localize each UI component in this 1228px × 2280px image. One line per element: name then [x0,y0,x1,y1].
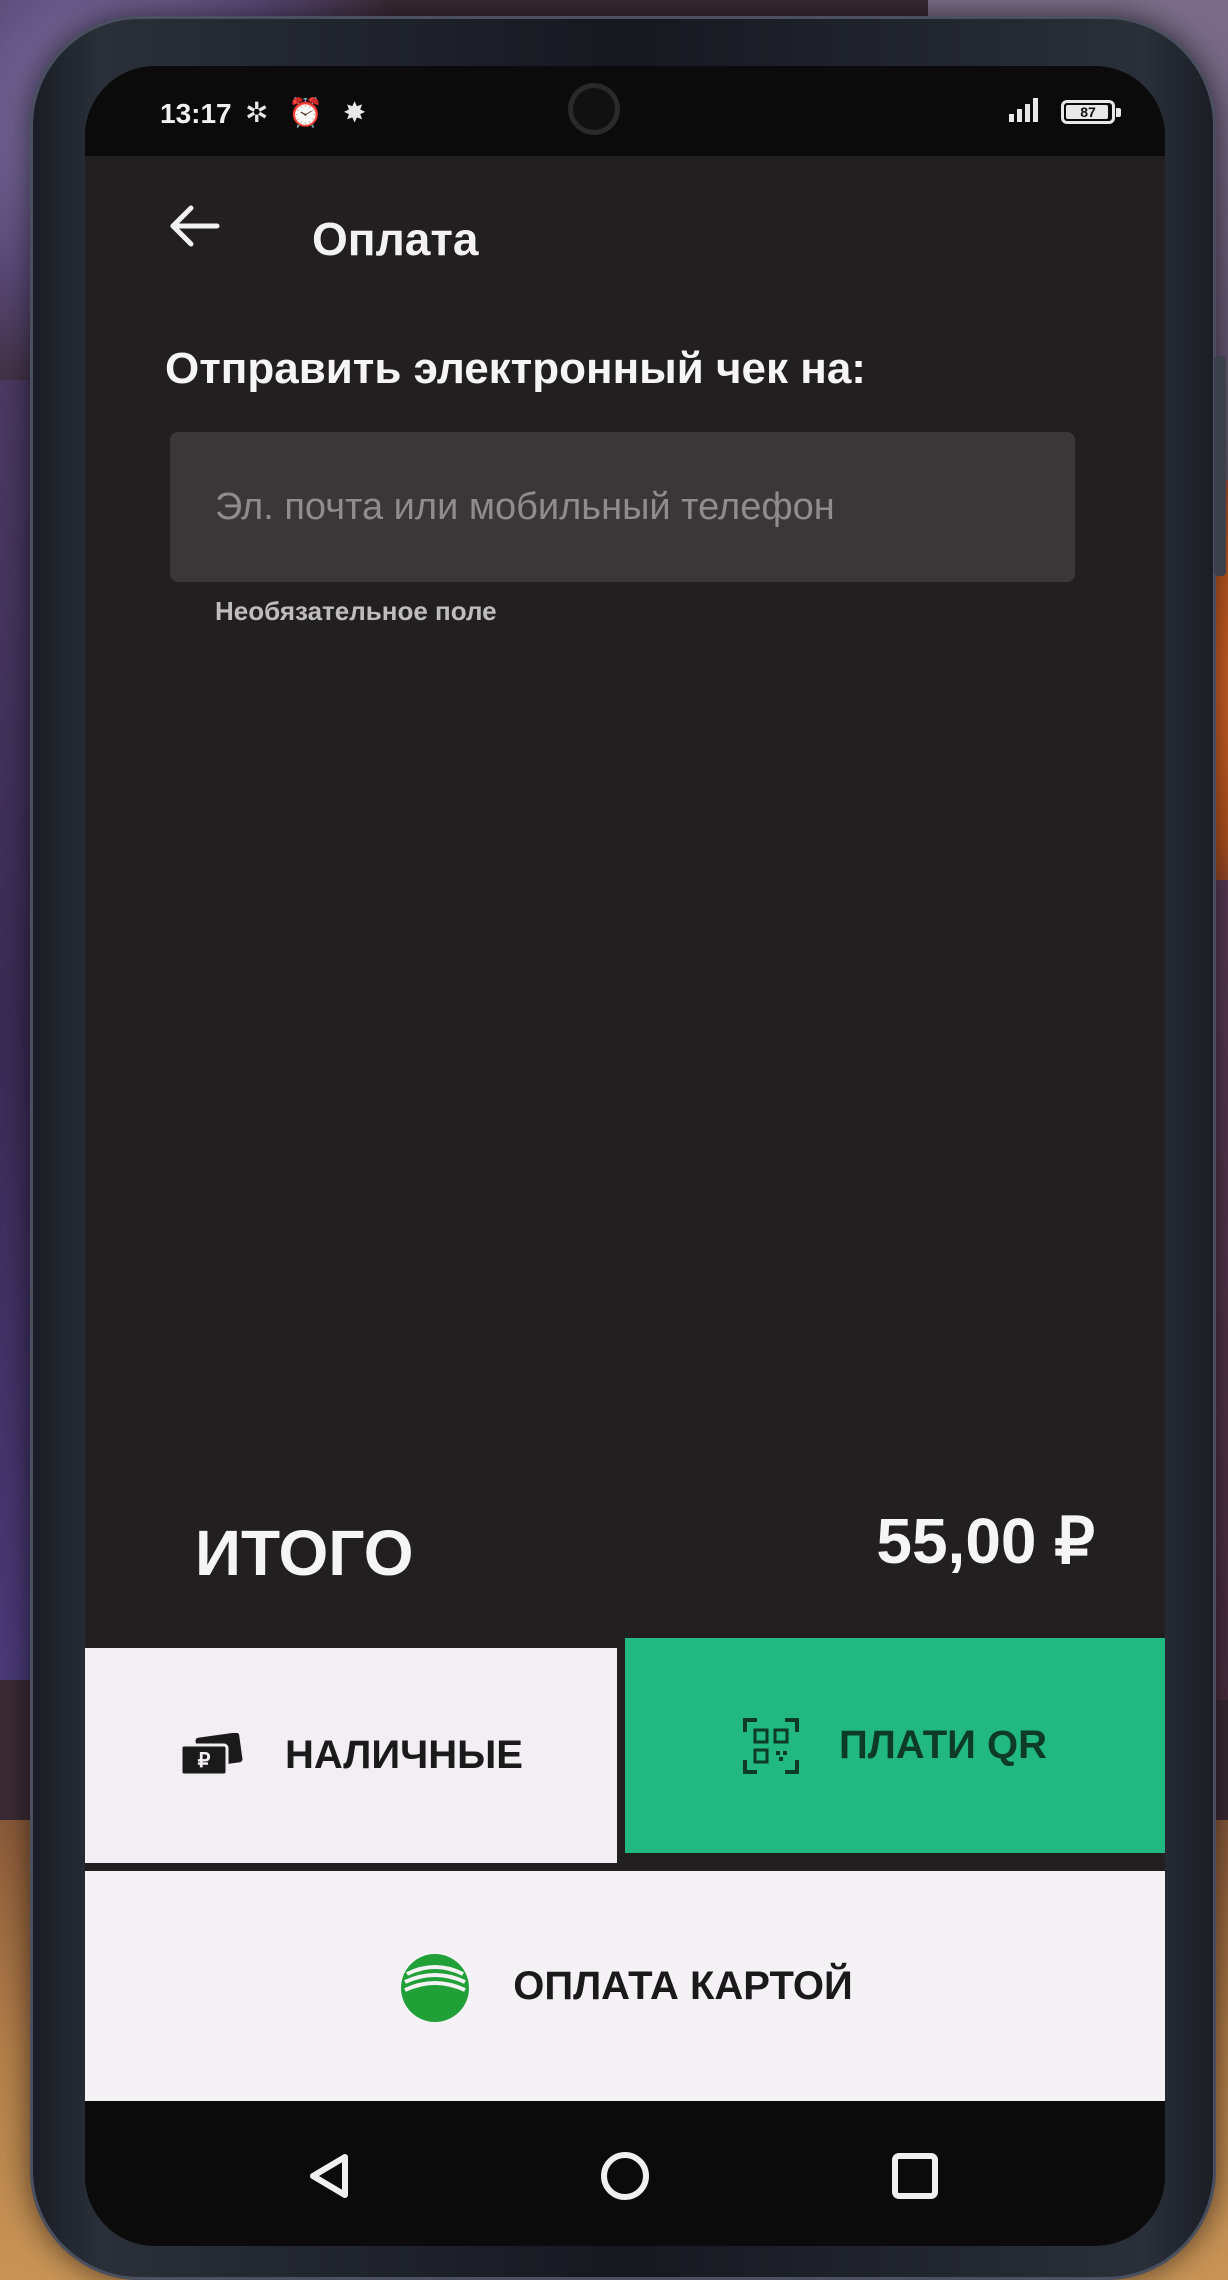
cash-icon: ₽ [179,1732,245,1779]
optional-field-hint: Необязательное поле [215,596,497,626]
nav-home-icon[interactable] [590,2141,660,2211]
contact-input[interactable] [170,432,1075,582]
signal-icon [1009,98,1038,122]
status-bar: 13:17 ✲ ⏰ ✸ 87 [85,66,1165,156]
receipt-label: Отправить электронный чек на: [165,344,866,393]
total-label: ИТОГО [195,1517,414,1589]
alarm-icon: ⏰ [288,97,330,128]
front-camera [573,88,615,130]
svg-text:₽: ₽ [198,1750,211,1772]
battery-icon: 87 [1061,100,1121,124]
qr-payment-button[interactable]: ПЛАТИ QR [625,1638,1165,1853]
back-arrow-icon[interactable] [165,196,225,256]
smartphone: 13:17 ✲ ⏰ ✸ 87 Оплата Отправить электрон… [30,16,1226,2280]
nav-recents-icon[interactable] [880,2141,950,2211]
qr-code-icon [742,1717,799,1774]
qr-button-label: ПЛАТИ QR [838,1723,1047,1767]
status-notification-icons: ✲ ⏰ ✸ [245,96,372,129]
phone-screen: 13:17 ✲ ⏰ ✸ 87 Оплата Отправить электрон… [85,66,1165,2246]
card-payment-button[interactable]: ОПЛАТА КАРТОЙ [85,1871,1165,2101]
nav-back-icon[interactable] [295,2141,365,2211]
cash-payment-button[interactable]: ₽ НАЛИЧНЫЕ [85,1648,617,1863]
page-title: Оплата [312,213,479,265]
bug-icon: ✸ [342,97,373,128]
notification-icon: ✲ [245,97,275,128]
volume-button [1214,356,1226,576]
total-amount: 55,00 ₽ [876,1505,1095,1577]
sber-logo-icon [397,1948,473,2024]
status-time: 13:17 [160,98,232,129]
cash-button-label: НАЛИЧНЫЕ [285,1733,523,1777]
battery-level: 87 [1080,104,1096,120]
navigation-bar [85,2101,1165,2246]
card-button-label: ОПЛАТА КАРТОЙ [513,1963,853,2008]
